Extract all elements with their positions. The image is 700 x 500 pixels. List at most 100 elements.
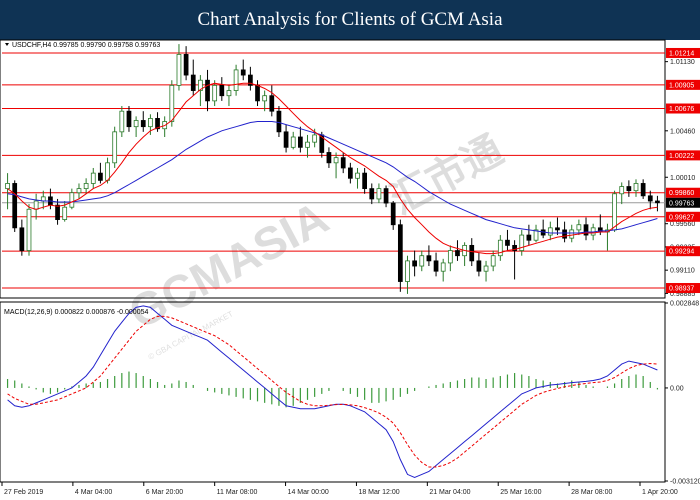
candle-body [269, 95, 275, 112]
price-tick-label: 1.01130 [670, 59, 695, 66]
candle-body [562, 229, 567, 239]
candle-body [190, 74, 196, 91]
candle-body [333, 157, 339, 164]
candle-body [219, 84, 225, 97]
candle-body [455, 250, 460, 257]
candle-body [283, 131, 289, 148]
candle-body [412, 260, 417, 267]
candle-body [362, 172, 367, 190]
candle-body [90, 172, 96, 184]
chart-canvas: GCMASIA 汇市通 © GBA CAPITAL MARKET 1.01130… [0, 39, 700, 496]
candle-body [19, 227, 25, 251]
candle-body [405, 260, 410, 282]
candle-body [33, 200, 39, 210]
level-label: 0.99627 [669, 214, 694, 221]
candle-body [376, 188, 382, 200]
candle-body [347, 167, 353, 179]
candle-body [119, 110, 125, 133]
candle-body [298, 136, 303, 148]
time-tick-label: 18 Mar 12:00 [358, 489, 399, 496]
candle-body [476, 260, 482, 272]
price-panel [0, 39, 666, 299]
candle-body [497, 239, 503, 257]
candle-body [505, 239, 510, 246]
macd-title: MACD(12,26,9) 0.000822 0.000876 -0.00005… [4, 309, 148, 316]
candle-body [390, 202, 396, 226]
macd-tick-label: 0.00 [670, 385, 684, 392]
candle-body [305, 141, 310, 148]
level-label: 0.99860 [669, 190, 694, 197]
candle-body [433, 260, 439, 272]
current-price-label: 0.99763 [669, 200, 694, 207]
candle-body [55, 204, 60, 220]
level-label: 0.99294 [669, 249, 694, 256]
time-tick-label: 6 Mar 20:00 [146, 489, 183, 496]
candle-body [176, 54, 182, 86]
candle-body [440, 262, 446, 272]
price-axis: 1.011301.004601.000100.995600.993350.991… [665, 59, 695, 298]
level-label: 0.98937 [669, 286, 694, 293]
candle-body [312, 134, 318, 143]
candle-body [547, 227, 553, 236]
time-tick-label: 21 Mar 04:00 [429, 489, 470, 496]
level-label: 1.00222 [669, 153, 694, 160]
candle-body [148, 118, 153, 128]
candle-body [169, 84, 175, 122]
candle-body [112, 131, 118, 164]
time-tick-label: 1 Apr 20:00 [642, 489, 678, 496]
candle-body [326, 152, 332, 164]
candle-body [340, 157, 346, 169]
candle-body [255, 84, 260, 102]
candle-body [83, 183, 89, 190]
price-tick-label: 1.00010 [670, 175, 695, 182]
candle-body [240, 69, 246, 76]
symbol-info: USDCHF,H4 0.99785 0.99790 0.99758 0.9976… [12, 42, 160, 49]
time-axis: 27 Feb 2019 4 Mar 04:00 6 Mar 20:00 11 Mar … [1, 482, 678, 496]
level-label: 1.00676 [669, 106, 694, 113]
candle-body [5, 183, 10, 190]
candle-body [205, 79, 210, 102]
level-label: 1.01214 [669, 50, 694, 57]
candle-body [262, 95, 268, 102]
candle-body [633, 183, 639, 192]
candle-body [12, 183, 18, 229]
candle-body [355, 172, 360, 179]
candle-body [397, 224, 403, 282]
candle-body [619, 186, 625, 195]
candle-body [469, 244, 475, 262]
level-labels: 1.01214 1.00905 1.00676 1.00222 0.99860 0.996… [666, 47, 700, 294]
candle-body [426, 255, 432, 262]
candle-body [369, 188, 375, 200]
candle-body [62, 206, 68, 220]
candle-body [76, 188, 82, 194]
price-tick-label: 0.99110 [670, 268, 695, 275]
level-label: 1.00905 [669, 82, 694, 89]
candle-body [626, 186, 632, 192]
candle-body [647, 195, 653, 202]
macd-tick-label: -0.003120 [670, 479, 700, 486]
time-tick-label: 14 Mar 00:00 [288, 489, 329, 496]
candle-body [212, 84, 218, 102]
candle-body [26, 208, 32, 251]
candle-body [640, 183, 646, 197]
candle-body [133, 120, 139, 128]
time-tick-label: 4 Mar 04:00 [75, 489, 112, 496]
candle-body [226, 90, 232, 97]
macd-panel [0, 301, 666, 483]
candle-body [569, 229, 575, 239]
candle-body [576, 224, 582, 231]
candle-body [126, 110, 132, 128]
candle-body [290, 136, 296, 148]
macd-axis: 0.002848 0.00 -0.003120 [665, 301, 700, 486]
candle-body [98, 172, 103, 181]
candle-body [276, 110, 282, 133]
candle-body [612, 193, 617, 231]
candle-body [655, 200, 660, 204]
candle-body [105, 162, 110, 181]
candle-body [483, 265, 489, 272]
candle-body [526, 234, 532, 241]
time-tick-label: 28 Mar 08:00 [571, 489, 612, 496]
time-tick-label: 11 Mar 08:00 [217, 489, 258, 496]
price-tick-label: 1.00460 [670, 128, 695, 135]
time-tick-label: 27 Feb 2019 [4, 489, 43, 496]
